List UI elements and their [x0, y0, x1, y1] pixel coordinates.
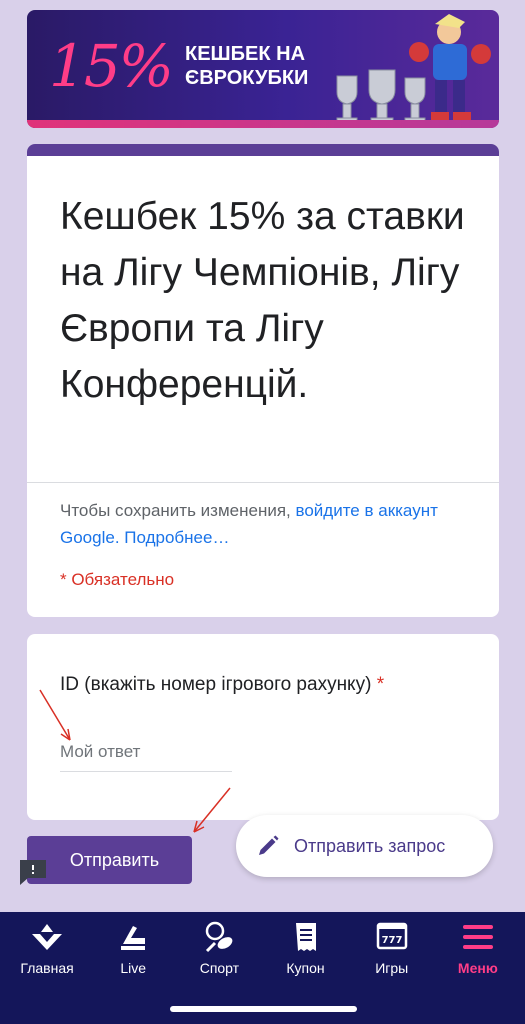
live-icon: [121, 926, 146, 950]
annotation-arrow-icon: [39, 689, 71, 741]
nav-label: Игры: [375, 960, 409, 976]
nav-label: Меню: [457, 960, 498, 976]
nav-label: Live: [120, 960, 147, 976]
nav-label: Главная: [20, 960, 74, 976]
sign-in-note: Чтобы сохранить изменения, войдите в акк…: [60, 497, 475, 551]
learn-more-link[interactable]: Подробнее…: [124, 528, 229, 547]
nav-label: Спорт: [199, 960, 240, 976]
mascot-icon: [409, 14, 491, 122]
form-header-card: Кешбек 15% за ставки на Лігу Чемпіонів, …: [27, 144, 499, 617]
promo-banner[interactable]: 15% КЕШБЕК НА ЄВРОКУБКИ: [27, 10, 499, 128]
nav-item-games[interactable]: 777 Игры: [350, 920, 434, 976]
form-title: Кешбек 15% за ставки на Лігу Чемпіонів, …: [60, 195, 465, 406]
note-text: Чтобы сохранить изменения,: [60, 501, 291, 520]
sport-icon: [206, 921, 233, 953]
form-accent-bar: [27, 144, 499, 156]
nav-item-sport[interactable]: Спорт: [177, 920, 261, 976]
banner-line-1: КЕШБЕК НА: [185, 43, 306, 65]
home-icon: [32, 924, 63, 950]
games-icon: 777: [376, 922, 407, 950]
coupon-icon: [295, 923, 316, 951]
send-request-label: Отправить запрос: [294, 835, 446, 856]
banner-line-2: ЄВРОКУБКИ: [185, 67, 309, 89]
pencil-icon: [259, 835, 279, 855]
feedback-icon[interactable]: [18, 858, 48, 886]
answer-input[interactable]: Мой ответ: [60, 742, 232, 772]
banner-percent: 15%: [49, 32, 174, 100]
menu-icon: [462, 925, 493, 949]
nav-label: Купон: [286, 960, 325, 976]
annotation-arrow-icon: [193, 787, 231, 833]
send-request-button[interactable]: Отправить запрос: [236, 815, 493, 877]
question-label: ID (вкажіть номер ігрового рахунку) *: [60, 674, 384, 696]
nav-item-coupon[interactable]: Купон: [264, 920, 348, 976]
svg-text:777: 777: [381, 935, 402, 946]
home-indicator[interactable]: [170, 1006, 357, 1012]
nav-item-live[interactable]: Live: [91, 920, 175, 976]
nav-item-home[interactable]: Главная: [5, 920, 89, 976]
banner-text: КЕШБЕК НА ЄВРОКУБКИ: [185, 42, 308, 90]
divider: [27, 482, 499, 483]
required-note: * Обязательно: [60, 570, 175, 589]
nav-item-menu[interactable]: Меню: [436, 920, 520, 976]
required-asterisk: *: [376, 674, 385, 695]
question-card: ID (вкажіть номер ігрового рахунку) * Мо…: [27, 634, 499, 820]
question-text: ID (вкажіть номер ігрового рахунку): [60, 674, 372, 695]
submit-button[interactable]: Отправить: [27, 836, 192, 884]
